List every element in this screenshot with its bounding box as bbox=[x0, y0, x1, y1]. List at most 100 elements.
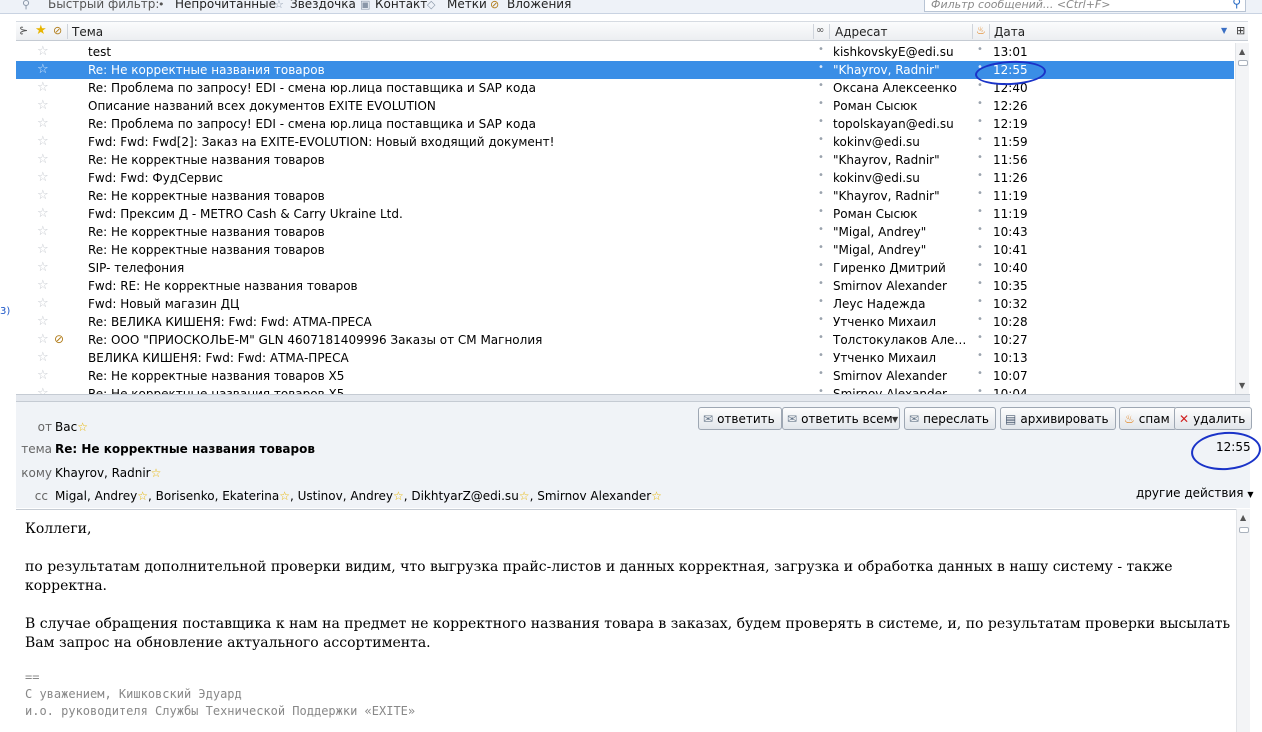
read-status-dot-icon[interactable]: • bbox=[818, 188, 824, 199]
junk-status-dot-icon[interactable]: • bbox=[977, 386, 983, 394]
junk-status-dot-icon[interactable]: • bbox=[977, 278, 983, 289]
star-toggle-icon[interactable]: ☆ bbox=[37, 62, 49, 77]
table-row[interactable]: ☆ Fwd: Прексим Д - METRO Cash & Carry Ukr… bbox=[16, 205, 1234, 223]
table-row[interactable]: ☆ Re: Не корректные названия товаров X5 • S… bbox=[16, 367, 1234, 385]
star-toggle-icon[interactable]: ☆ bbox=[37, 386, 49, 394]
star-toggle-icon[interactable]: ☆ bbox=[37, 188, 49, 203]
read-status-dot-icon[interactable]: • bbox=[818, 170, 824, 181]
table-row[interactable]: ☆ Fwd: Новый магазин ДЦ • Леус Надежда • 10:3… bbox=[16, 295, 1234, 313]
cc-recipient[interactable]: Migal, Andrey bbox=[55, 489, 137, 503]
message-body-scrollbar[interactable]: ▲ bbox=[1236, 509, 1250, 732]
filter-tags-button[interactable]: Метки bbox=[447, 0, 487, 11]
star-toggle-icon[interactable]: ☆ bbox=[37, 170, 49, 185]
contact-star-icon[interactable]: ☆ bbox=[519, 489, 530, 503]
star-toggle-icon[interactable]: ☆ bbox=[37, 314, 49, 329]
star-toggle-icon[interactable]: ☆ bbox=[37, 224, 49, 239]
read-column-icon[interactable]: ∞ bbox=[816, 25, 824, 36]
read-status-dot-icon[interactable]: • bbox=[818, 314, 824, 325]
contact-star-icon[interactable]: ☆ bbox=[651, 489, 662, 503]
read-status-dot-icon[interactable]: • bbox=[818, 206, 824, 217]
reply-all-button[interactable]: ✉ ответить всем bbox=[782, 407, 900, 430]
reply-all-dropdown-icon[interactable]: ▼ bbox=[892, 415, 898, 424]
spam-button[interactable]: ♨ спам bbox=[1119, 407, 1177, 430]
table-row[interactable]: ☆ Re: Не корректные названия товаров • "Kha… bbox=[16, 61, 1234, 79]
subject-column-header[interactable]: Тема bbox=[72, 25, 103, 39]
column-picker-icon[interactable]: ⊞ bbox=[1236, 24, 1245, 37]
archive-button[interactable]: ▤ архивировать bbox=[1000, 407, 1116, 430]
message-list-scrollbar[interactable]: ▲ ▼ bbox=[1235, 43, 1249, 394]
table-row[interactable]: ☆ Fwd: RE: Не корректные названия товаров… bbox=[16, 277, 1234, 295]
junk-status-dot-icon[interactable]: • bbox=[977, 44, 983, 55]
scroll-up-icon[interactable]: ▲ bbox=[1239, 47, 1245, 56]
read-status-dot-icon[interactable]: • bbox=[818, 260, 824, 271]
table-row[interactable]: ☆ Re: Не корректные названия товаров • "Kha… bbox=[16, 187, 1234, 205]
from-value[interactable]: Вас☆ bbox=[55, 420, 88, 434]
read-status-dot-icon[interactable]: • bbox=[818, 278, 824, 289]
star-toggle-icon[interactable]: ☆ bbox=[37, 368, 49, 383]
star-toggle-icon[interactable]: ☆ bbox=[37, 134, 49, 149]
read-status-dot-icon[interactable]: • bbox=[818, 242, 824, 253]
read-status-dot-icon[interactable]: • bbox=[818, 116, 824, 127]
scroll-thumb[interactable] bbox=[1238, 60, 1248, 66]
read-status-dot-icon[interactable]: • bbox=[818, 44, 824, 55]
read-status-dot-icon[interactable]: • bbox=[818, 62, 824, 73]
junk-status-dot-icon[interactable]: • bbox=[977, 296, 983, 307]
table-row[interactable]: ☆ Re: Не корректные названия товаров • "Mig… bbox=[16, 223, 1234, 241]
table-row[interactable]: ☆ Re: Проблема по запросу! EDI - смена юр… bbox=[16, 79, 1234, 97]
junk-status-dot-icon[interactable]: • bbox=[977, 260, 983, 271]
read-status-dot-icon[interactable]: • bbox=[818, 98, 824, 109]
table-row[interactable]: ☆ Описание названий всех документов EXITE… bbox=[16, 97, 1234, 115]
star-toggle-icon[interactable]: ☆ bbox=[37, 116, 49, 131]
table-row[interactable]: ☆ Re: Не корректные названия товаров • "Kha… bbox=[16, 151, 1234, 169]
table-row[interactable]: ☆ ⊘ Re: ООО "ПРИОСКОЛЬЕ-М" GLN 46071814099… bbox=[16, 331, 1234, 349]
read-status-dot-icon[interactable]: • bbox=[818, 296, 824, 307]
read-status-dot-icon[interactable]: • bbox=[818, 368, 824, 379]
table-row[interactable]: ☆ Re: ВЕЛИКА КИШЕНЯ: Fwd: Fwd: АТМА-ПРЕСА… bbox=[16, 313, 1234, 331]
junk-status-dot-icon[interactable]: • bbox=[977, 134, 983, 145]
scroll-up-icon[interactable]: ▲ bbox=[1240, 513, 1246, 522]
cc-recipient[interactable]: DikhtyarZ@edi.su bbox=[411, 489, 518, 503]
filter-starred-button[interactable]: Звёздочка bbox=[290, 0, 356, 11]
table-row[interactable]: ☆ Re: Не корректные названия товаров • "Mig… bbox=[16, 241, 1234, 259]
starred-column-icon[interactable]: ★ bbox=[35, 23, 47, 38]
junk-status-dot-icon[interactable]: • bbox=[977, 152, 983, 163]
contact-star-icon[interactable]: ☆ bbox=[137, 489, 148, 503]
table-row[interactable]: ☆ SIP- телефония • Гиренко Дмитрий • 10:40 bbox=[16, 259, 1234, 277]
junk-status-dot-icon[interactable]: • bbox=[977, 332, 983, 343]
forward-button[interactable]: ✉ переслать bbox=[904, 407, 996, 430]
date-column-header[interactable]: Дата bbox=[994, 25, 1025, 39]
read-status-dot-icon[interactable]: • bbox=[818, 332, 824, 343]
junk-status-dot-icon[interactable]: • bbox=[977, 98, 983, 109]
cc-recipient[interactable]: Smirnov Alexander bbox=[537, 489, 651, 503]
contact-star-icon[interactable]: ☆ bbox=[393, 489, 404, 503]
junk-status-dot-icon[interactable]: • bbox=[977, 116, 983, 127]
star-toggle-icon[interactable]: ☆ bbox=[37, 296, 49, 311]
filter-contact-button[interactable]: Контакт bbox=[375, 0, 427, 11]
table-row[interactable]: ☆ test • kishkovskyE@edi.su • 13:01 bbox=[16, 43, 1234, 61]
junk-status-dot-icon[interactable]: • bbox=[977, 242, 983, 253]
read-status-dot-icon[interactable]: • bbox=[818, 224, 824, 235]
reply-button[interactable]: ✉ ответить bbox=[698, 407, 782, 430]
cc-recipient[interactable]: Borisenko, Ekaterina bbox=[156, 489, 280, 503]
table-row[interactable]: ☆ Fwd: Fwd: ФудСервис • kokinv@edi.su • 11:26 bbox=[16, 169, 1234, 187]
contact-star-icon[interactable]: ☆ bbox=[279, 489, 290, 503]
message-filter-input[interactable]: Фильтр сообщений... <Ctrl+F> ⚲ bbox=[924, 0, 1246, 12]
pane-splitter[interactable] bbox=[16, 394, 1250, 402]
star-toggle-icon[interactable]: ☆ bbox=[37, 350, 49, 365]
attachment-column-icon[interactable]: ⊘ bbox=[53, 24, 62, 37]
filter-attachments-button[interactable]: Вложения bbox=[507, 0, 571, 11]
correspondent-column-header[interactable]: Адресат bbox=[835, 25, 887, 39]
contact-star-icon[interactable]: ☆ bbox=[151, 466, 162, 480]
search-icon[interactable]: ⚲ bbox=[1232, 0, 1241, 10]
read-status-dot-icon[interactable]: • bbox=[818, 152, 824, 163]
junk-status-dot-icon[interactable]: • bbox=[977, 206, 983, 217]
table-row[interactable]: ☆ Re: Не корректные названия товаров X5 • S… bbox=[16, 385, 1234, 394]
junk-status-dot-icon[interactable]: • bbox=[977, 224, 983, 235]
star-toggle-icon[interactable]: ☆ bbox=[37, 44, 49, 59]
star-toggle-icon[interactable]: ☆ bbox=[37, 98, 49, 113]
table-row[interactable]: ☆ ВЕЛИКА КИШЕНЯ: Fwd: Fwd: АТМА-ПРЕСА • Утч… bbox=[16, 349, 1234, 367]
star-toggle-icon[interactable]: ☆ bbox=[37, 260, 49, 275]
read-status-dot-icon[interactable]: • bbox=[818, 134, 824, 145]
other-actions-menu[interactable]: другие действия ▼ bbox=[1136, 486, 1253, 500]
star-toggle-icon[interactable]: ☆ bbox=[37, 206, 49, 221]
